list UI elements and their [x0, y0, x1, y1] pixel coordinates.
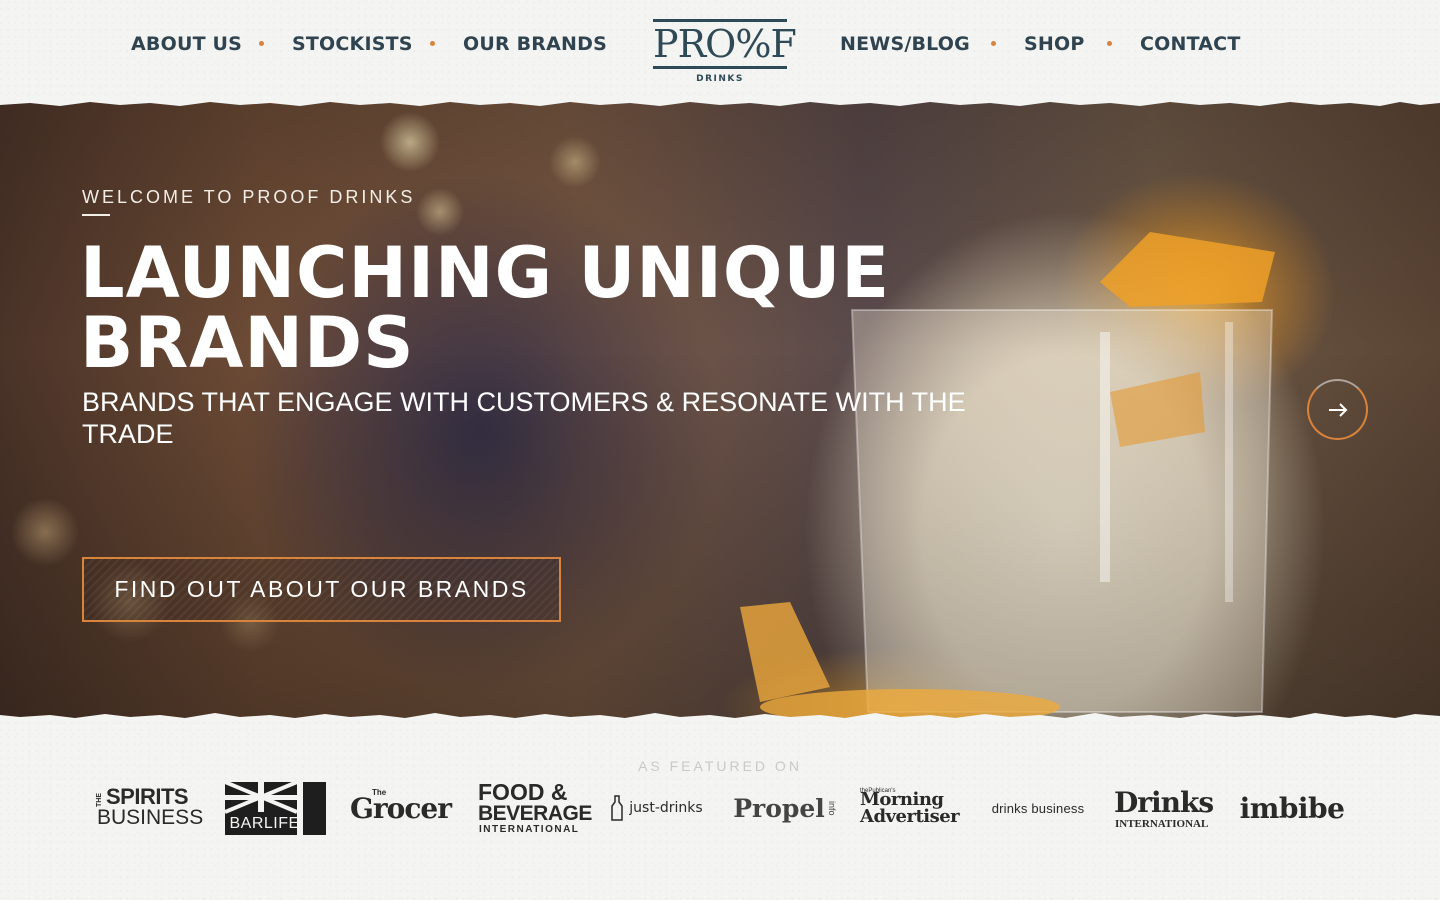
torn-edge-bottom: [0, 713, 1440, 720]
site-header: ABOUT US STOCKISTS OUR BRANDS PRO%F DRIN…: [0, 0, 1440, 104]
find-out-brands-button[interactable]: FIND OUT ABOUT OUR BRANDS: [82, 557, 561, 622]
slider-next-button[interactable]: [1307, 379, 1368, 440]
hero-eyebrow: WELCOME TO PROOF DRINKS: [82, 187, 416, 207]
nav-separator-dot: [259, 41, 264, 46]
nav-separator-dot: [991, 41, 996, 46]
nav-about-us[interactable]: ABOUT US: [131, 30, 242, 58]
imbibe-logo[interactable]: imbibe: [1240, 778, 1345, 838]
nav-news-blog[interactable]: NEWS/BLOG: [840, 30, 970, 58]
proof-drinks-logo[interactable]: PRO%F DRINKS: [653, 19, 797, 89]
logo-subtitle: DRINKS: [696, 74, 744, 84]
nav-separator-dot: [430, 41, 435, 46]
spirits-business-logo[interactable]: THE SPIRITS BUSINESS: [96, 778, 203, 838]
morning-advertiser-logo[interactable]: thePublican's Morning Advertiser: [859, 778, 963, 838]
logo-wordmark: PRO%F: [653, 19, 797, 69]
drinks-international-logo[interactable]: Drinks INTERNATIONAL: [1113, 778, 1217, 838]
nav-shop[interactable]: SHOP: [1024, 30, 1084, 58]
eyebrow-underline: [82, 214, 110, 216]
propel-info-logo[interactable]: Propel info: [733, 778, 837, 838]
barlife-logo[interactable]: BARLIFE: [224, 778, 326, 838]
bottle-icon: [611, 795, 624, 821]
nav-our-brands[interactable]: OUR BRANDS: [463, 30, 607, 58]
hero-title: LAUNCHING UNIQUE BRANDS: [80, 232, 891, 384]
nav-contact[interactable]: CONTACT: [1140, 30, 1241, 58]
just-drinks-logo[interactable]: just-drinks: [604, 778, 708, 838]
nav-stockists[interactable]: STOCKISTS: [292, 30, 413, 58]
drinks-business-logo[interactable]: drinks business: [986, 778, 1090, 838]
food-beverage-logo[interactable]: FOOD & BEVERAGE INTERNATIONAL: [477, 778, 592, 838]
featured-on-label: AS FEATURED ON: [638, 758, 802, 774]
arrow-right-icon: [1328, 402, 1347, 417]
nav-separator-dot: [1107, 41, 1112, 46]
grocer-logo[interactable]: The Grocer: [350, 778, 453, 838]
hero-subtitle: BRANDS THAT ENGAGE WITH CUSTOMERS & RESO…: [82, 387, 966, 449]
